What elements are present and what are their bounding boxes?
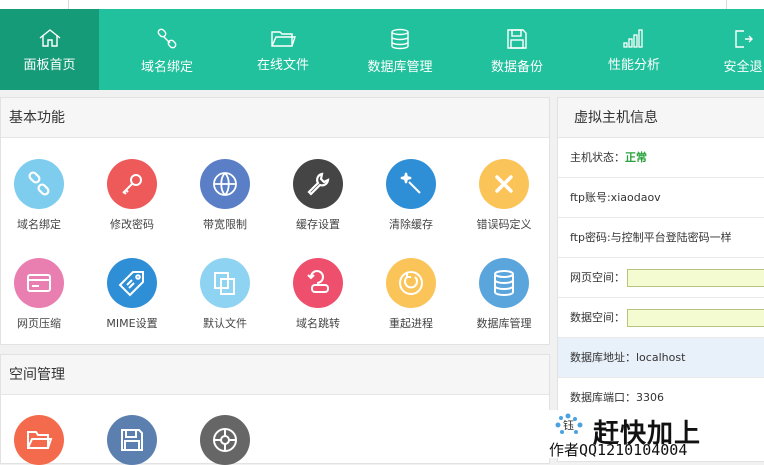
divider: [726, 0, 727, 9]
watermark: 钰 赶快加上 作者QQ1210104004: [545, 410, 764, 459]
function-label: 带宽限制: [203, 218, 247, 231]
web-space-label: 网页空间：: [570, 271, 625, 284]
function-label: 重起进程: [389, 317, 433, 330]
ftp-account-row: ftp账号:xiaodaov: [558, 178, 764, 218]
folder-icon: [271, 31, 296, 47]
tag-icon: [107, 258, 157, 308]
nav-label: 安全退: [723, 60, 763, 75]
function-label: 清除缓存: [389, 218, 433, 231]
space-management-panel: 空间管理: [0, 354, 550, 465]
nav-item-dashboard[interactable]: 面板首页: [0, 9, 99, 90]
panel-title: 虚拟主机信息: [558, 98, 764, 138]
status-badge: 正常: [625, 151, 647, 164]
function-restart-process[interactable]: 重起进程: [376, 258, 446, 331]
ftp-password-row: ftp密码:与控制平台登陆密码一样: [558, 218, 764, 258]
link-icon: [14, 159, 64, 209]
function-clear-cache[interactable]: 清除缓存: [376, 159, 446, 232]
files-icon: [200, 258, 250, 308]
nav-item-backup[interactable]: 数据备份: [467, 9, 567, 90]
watermark-line2: 作者QQ1210104004: [549, 441, 688, 459]
magic-wand-icon: [386, 159, 436, 209]
function-default-file[interactable]: 默认文件: [190, 258, 260, 331]
nav-label: 在线文件: [256, 58, 309, 73]
panel-title: 空间管理: [1, 355, 549, 395]
function-change-password[interactable]: 修改密码: [97, 159, 167, 232]
data-space-label: 数据空间：: [570, 311, 625, 324]
watermark-emblem-icon: 钰: [555, 413, 583, 434]
link-icon: [157, 28, 177, 49]
nav-label: 域名绑定: [140, 60, 193, 75]
nav-label: 数据备份: [490, 60, 543, 75]
db-address-row: 数据库地址：localhost: [558, 338, 764, 378]
top-nav: 面板首页 域名绑定 在线文件 数据库管理 数据备份 性能分析 安全退: [0, 9, 764, 90]
function-label: 错误码定义: [476, 218, 532, 231]
host-status-row: 主机状态：正常: [558, 138, 764, 178]
bar-chart-icon: [623, 29, 643, 48]
divider: [68, 0, 69, 9]
function-error-codes[interactable]: 错误码定义: [469, 159, 539, 232]
home-icon: [39, 29, 60, 47]
nav-item-performance[interactable]: 性能分析: [584, 9, 684, 90]
function-label: 数据库管理: [476, 317, 532, 330]
nav-label: 面板首页: [23, 58, 76, 73]
function-database-manage[interactable]: 数据库管理: [469, 258, 539, 331]
basic-functions-panel: 基本功能 域名绑定 修改密码 带宽限制 缓存设置 清除缓存 错误码定义 网页压缩…: [0, 97, 550, 345]
nav-label: 性能分析: [607, 58, 660, 73]
save-icon: [507, 29, 527, 49]
key-icon: [107, 159, 157, 209]
nav-item-database[interactable]: 数据库管理: [350, 9, 450, 90]
function-label: 域名跳转: [296, 317, 340, 330]
web-space-row: 网页空间：: [558, 258, 764, 298]
function-label: 修改密码: [110, 218, 154, 231]
function-bandwidth-limit[interactable]: 带宽限制: [190, 159, 260, 232]
function-label: 缓存设置: [296, 218, 340, 231]
function-domain-binding[interactable]: 域名绑定: [4, 159, 74, 232]
function-gzip[interactable]: 网页压缩: [4, 258, 74, 331]
nav-item-domain-binding[interactable]: 域名绑定: [117, 9, 217, 90]
card-icon: [14, 258, 64, 308]
globe-icon: [200, 159, 250, 209]
function-label: 网页压缩: [17, 317, 61, 330]
restart-icon: [386, 258, 436, 308]
watermark-emblem-text: 钰: [563, 419, 574, 432]
data-space-usage-bar: [627, 309, 764, 327]
web-space-usage-bar: [627, 269, 764, 287]
exit-icon: [735, 30, 753, 48]
function-domain-redirect[interactable]: 域名跳转: [283, 258, 353, 331]
database-icon: [391, 28, 409, 50]
panel-title: 基本功能: [1, 98, 549, 138]
wrench-icon: [293, 159, 343, 209]
nav-item-logout[interactable]: 安全退: [710, 9, 764, 90]
nav-item-online-files[interactable]: 在线文件: [233, 9, 333, 90]
data-space-row: 数据空间：: [558, 298, 764, 338]
database-icon: [479, 258, 529, 308]
host-info-panel: 虚拟主机信息 主机状态：正常 ftp账号:xiaodaov ftp密码:与控制平…: [557, 97, 764, 462]
error-x-icon: [479, 159, 529, 209]
function-cache-settings[interactable]: 缓存设置: [283, 159, 353, 232]
function-mime-settings[interactable]: MIME设置: [97, 258, 167, 331]
function-label: MIME设置: [106, 317, 158, 330]
nav-label: 数据库管理: [367, 60, 433, 75]
top-strip: [0, 0, 764, 9]
function-label: 默认文件: [203, 317, 247, 330]
host-status-label: 主机状态：: [570, 151, 625, 164]
redirect-icon: [293, 258, 343, 308]
function-label: 域名绑定: [17, 218, 61, 231]
